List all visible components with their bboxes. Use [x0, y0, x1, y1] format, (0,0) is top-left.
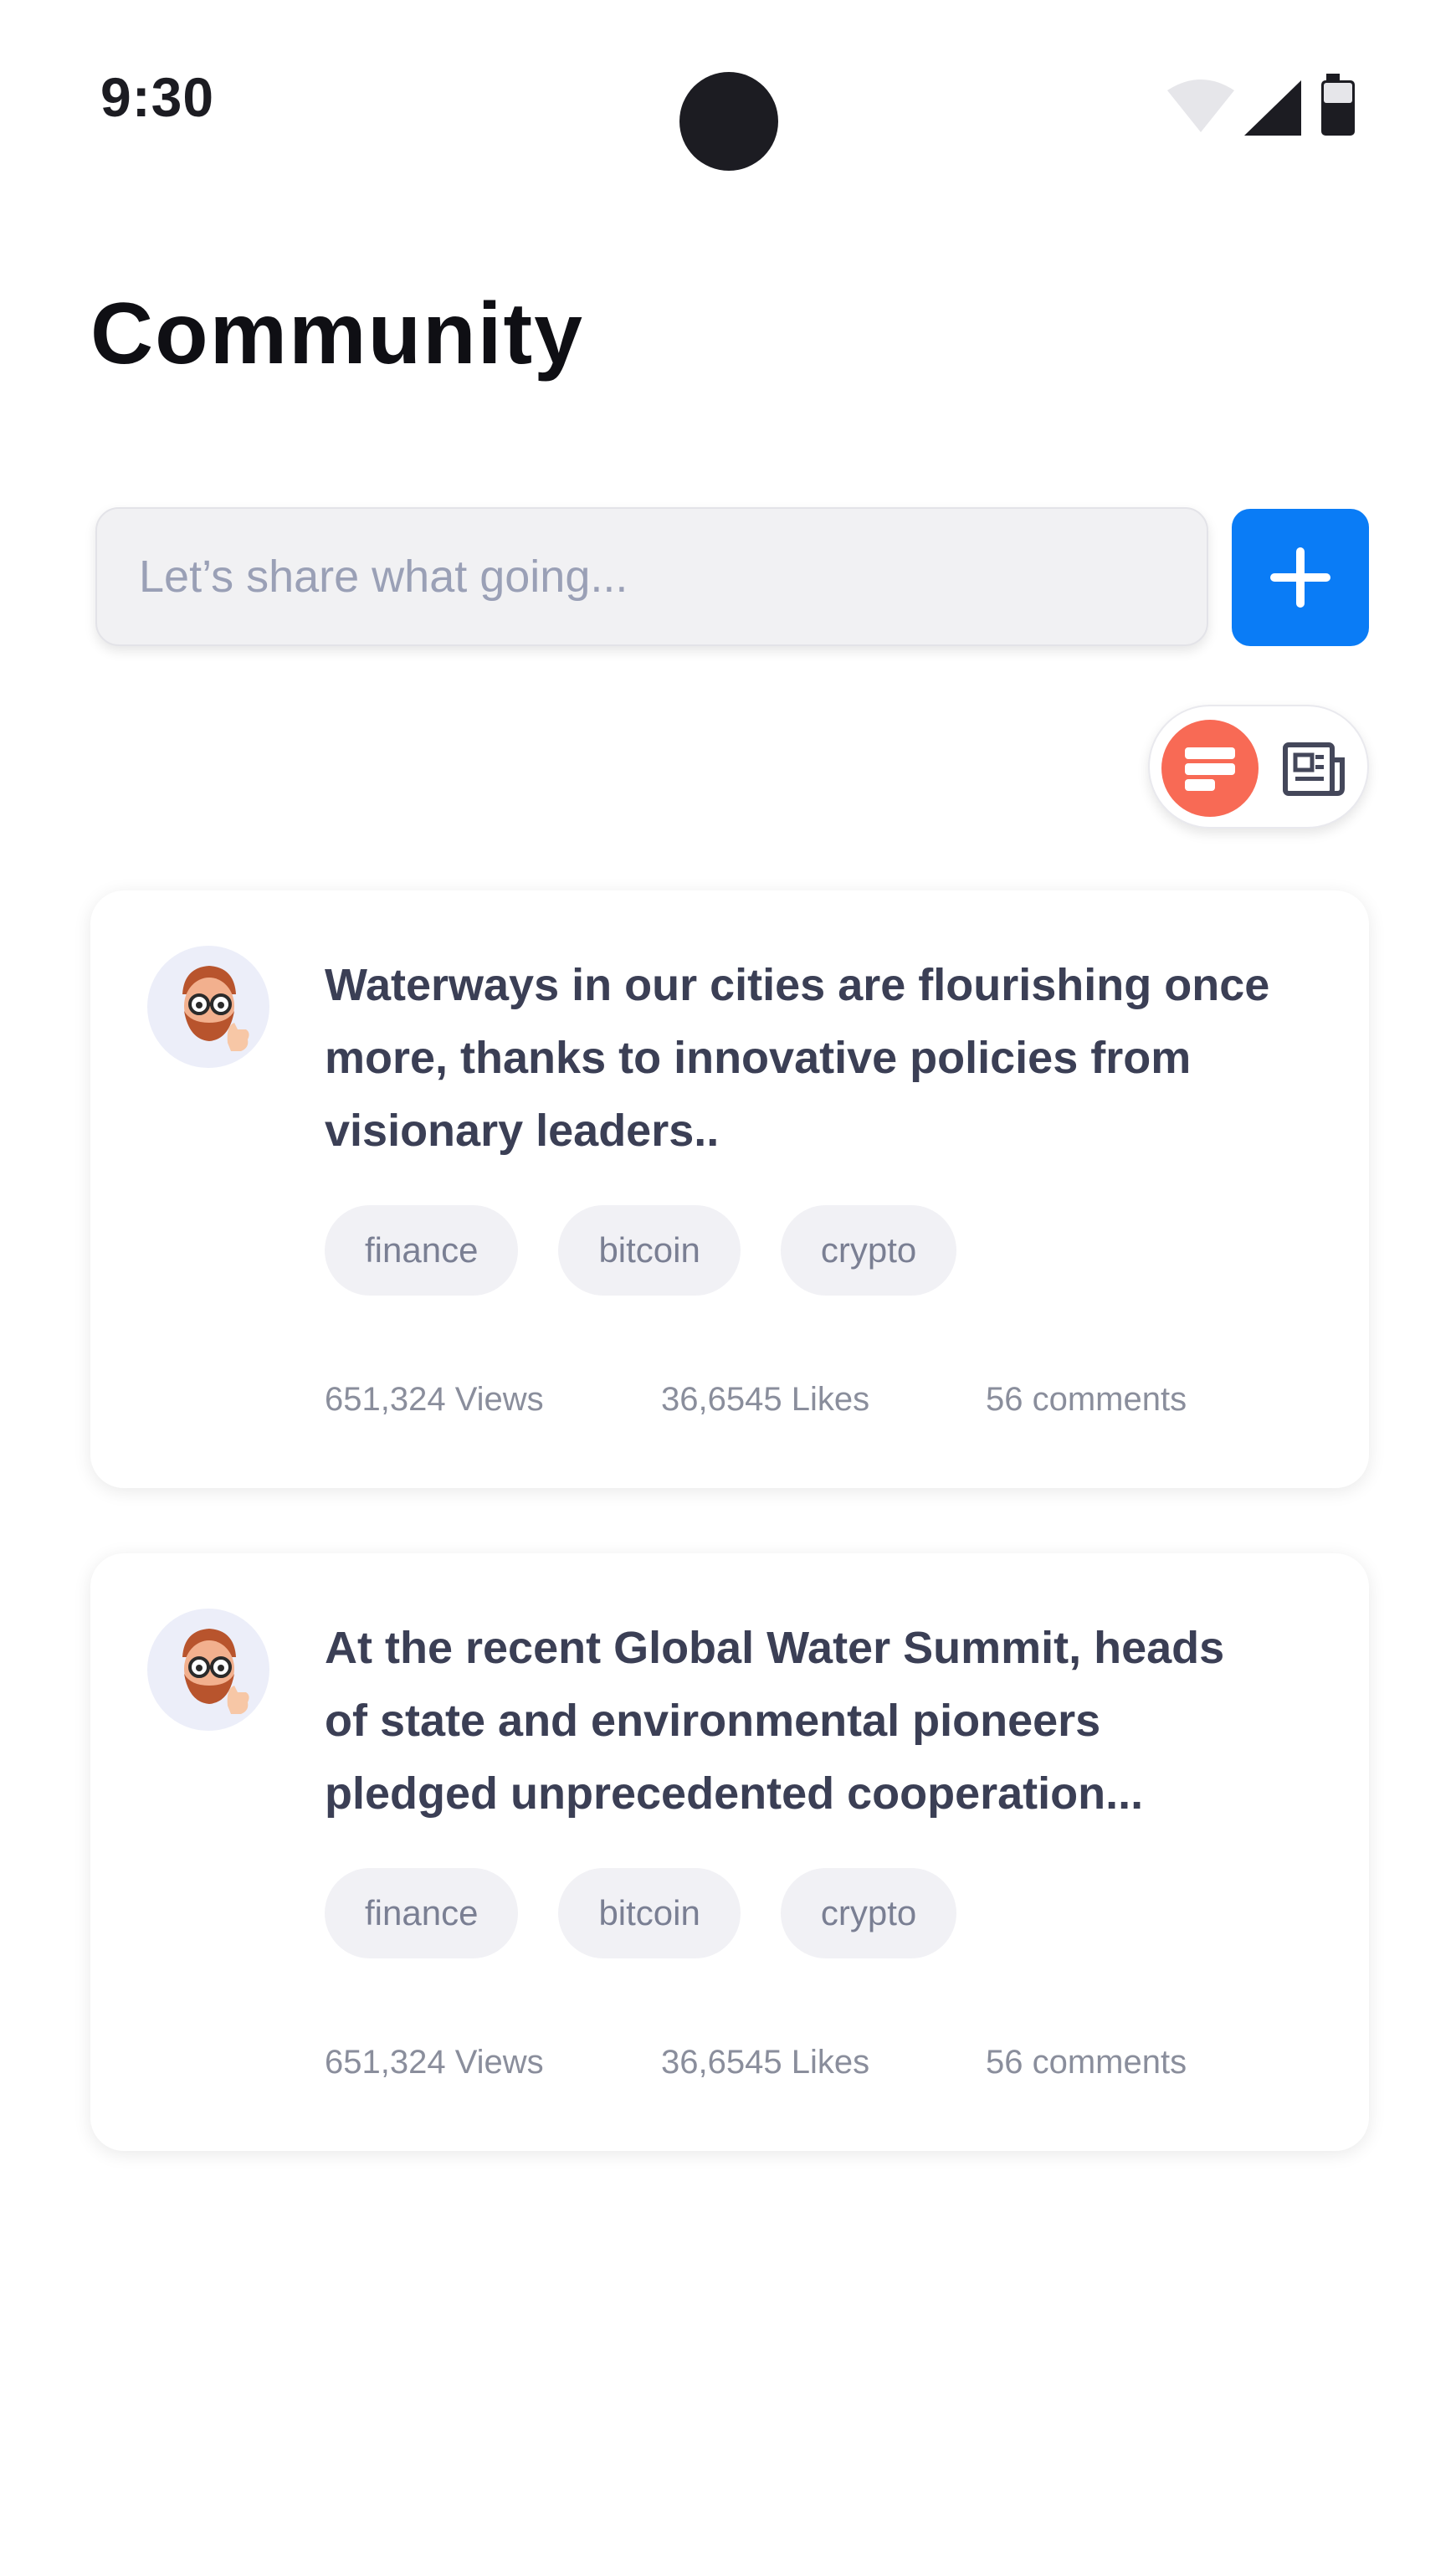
post-stats: 651,324 Views 36,6545 Likes 56 comments: [325, 1381, 1187, 1419]
tag-list: finance bitcoin crypto: [325, 1868, 957, 1958]
add-post-button[interactable]: [1232, 509, 1369, 646]
likes-count[interactable]: 36,6545 Likes: [661, 2044, 986, 2081]
status-bar: 9:30: [0, 0, 1456, 184]
avatar[interactable]: [147, 946, 269, 1068]
views-count: 651,324 Views: [325, 2044, 544, 2081]
tag-list: finance bitcoin crypto: [325, 1205, 957, 1296]
status-icons: [1167, 74, 1355, 136]
post-stats: 651,324 Views 36,6545 Likes 56 comments: [325, 2044, 1187, 2081]
list-view-icon: [1185, 747, 1235, 791]
list-view-button[interactable]: [1161, 720, 1259, 817]
tag-chip[interactable]: bitcoin: [558, 1868, 741, 1958]
views-count: 651,324 Views: [325, 1381, 544, 1418]
memoji-avatar-icon: [182, 966, 249, 1051]
front-camera: [679, 72, 778, 171]
status-time: 9:30: [100, 66, 215, 128]
tag-chip[interactable]: finance: [325, 1868, 519, 1958]
share-post-input[interactable]: [95, 507, 1208, 646]
newspaper-view-icon[interactable]: [1277, 731, 1351, 805]
page-title: Community: [90, 285, 584, 382]
tag-chip[interactable]: crypto: [780, 1205, 957, 1296]
post-text: Waterways in our cities are flourishing …: [325, 960, 1270, 1156]
post-card[interactable]: At the recent Global Water Summit, heads…: [90, 1553, 1369, 2151]
likes-count[interactable]: 36,6545 Likes: [661, 1381, 986, 1419]
tag-chip[interactable]: finance: [325, 1205, 519, 1296]
avatar[interactable]: [147, 1609, 269, 1731]
tag-chip[interactable]: bitcoin: [558, 1205, 741, 1296]
signal-icon: [1244, 80, 1301, 136]
plus-icon: [1270, 547, 1330, 608]
post-card[interactable]: Waterways in our cities are flourishing …: [90, 890, 1369, 1488]
memoji-avatar-icon: [182, 1629, 249, 1714]
wifi-icon: [1167, 80, 1234, 132]
post-text: At the recent Global Water Summit, heads…: [325, 1623, 1225, 1819]
tag-chip[interactable]: crypto: [780, 1868, 957, 1958]
comments-count[interactable]: 56 comments: [986, 1381, 1187, 1419]
phone-screen: 9:30 Community Let’s share what going...…: [0, 0, 1456, 2561]
view-mode-toggle: [1148, 705, 1369, 829]
comments-count[interactable]: 56 comments: [986, 2044, 1187, 2081]
battery-icon: [1321, 74, 1355, 136]
